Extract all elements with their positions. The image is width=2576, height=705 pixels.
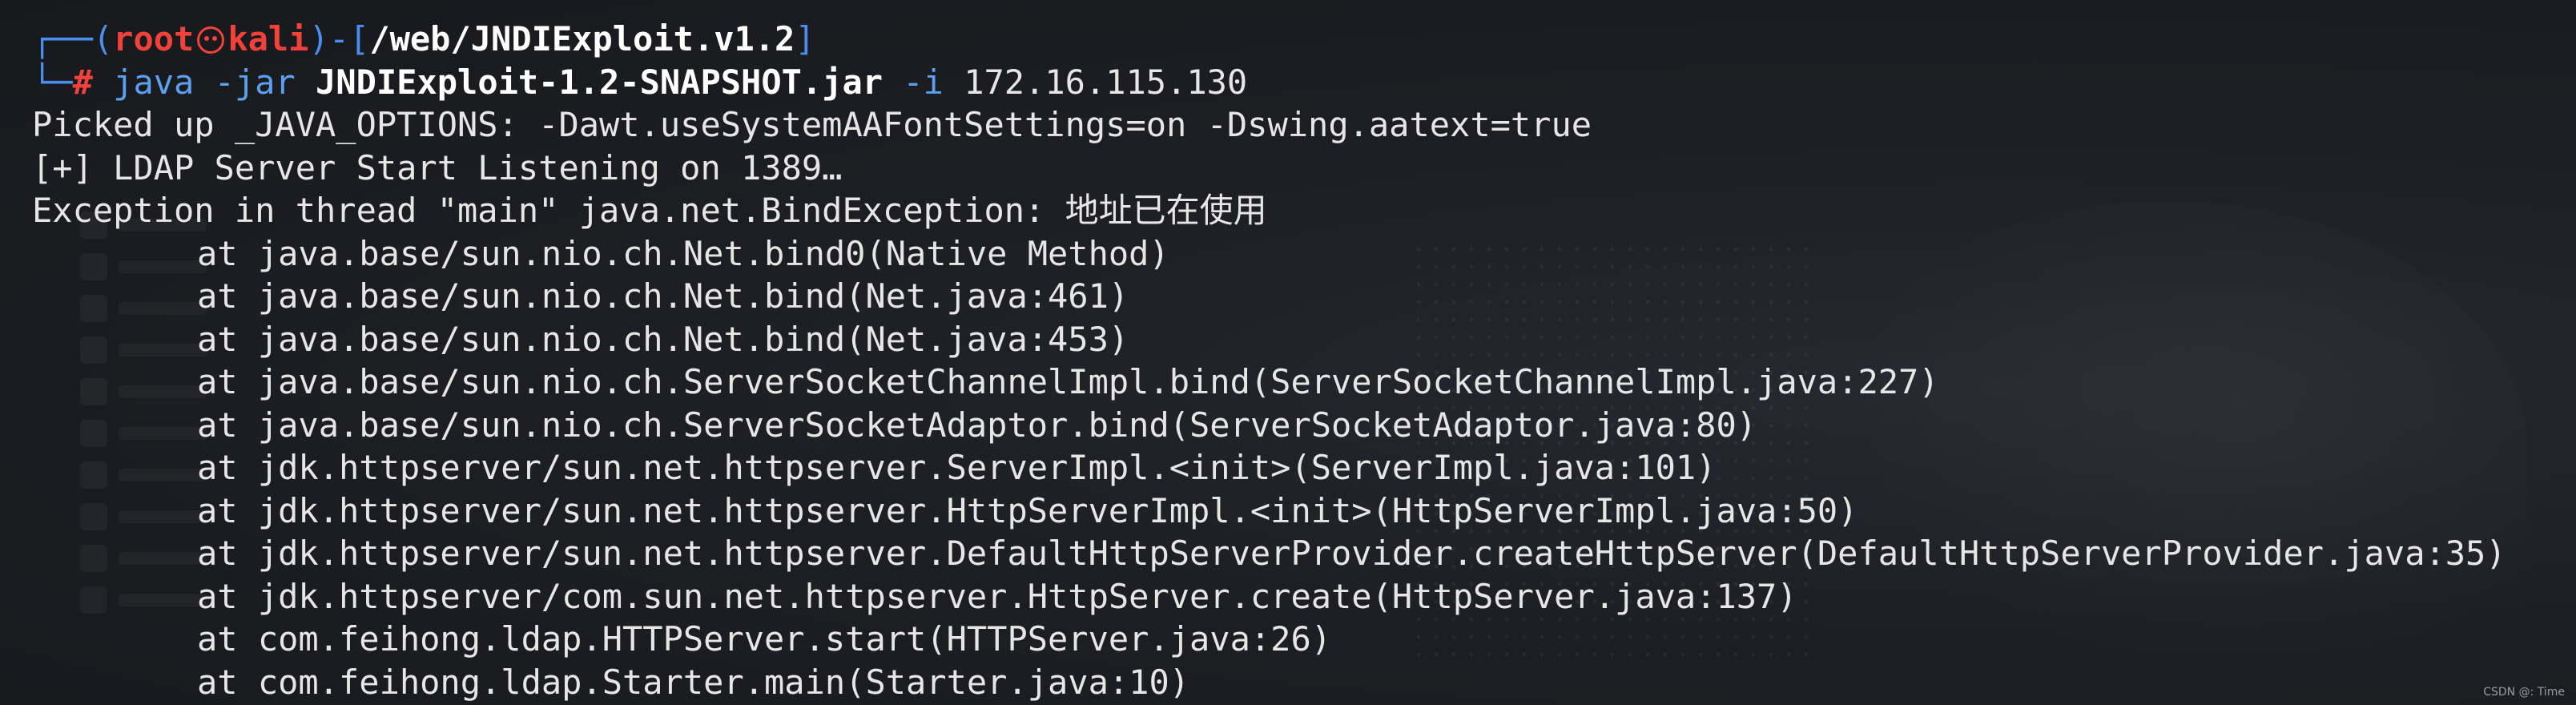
prompt-corner-bottom: └─ — [32, 62, 73, 102]
command-flag-jar: -jar — [194, 62, 296, 102]
stack-trace-line: at com.feihong.ldap.HTTPServer.start(HTT… — [197, 619, 1332, 659]
prompt-separator: )-[ — [308, 19, 370, 58]
prompt-bracket-close: ] — [795, 19, 815, 58]
command-line[interactable]: └─# java -jar JNDIExploit-1.2-SNAPSHOT.j… — [32, 61, 2506, 104]
prompt-symbol: # — [72, 62, 114, 102]
prompt-corner: ┌──( — [32, 19, 114, 58]
skull-icon — [197, 26, 225, 54]
stack-trace-line: at jdk.httpserver/sun.net.httpserver.Htt… — [197, 490, 1858, 530]
output-line: Picked up _JAVA_OPTIONS: -Dawt.useSystem… — [32, 105, 1592, 144]
stack-trace-line: at java.base/sun.nio.ch.ServerSocketAdap… — [197, 405, 1757, 445]
prompt-user: root — [113, 19, 195, 58]
command-ip: 172.16.115.130 — [943, 62, 1248, 102]
stack-trace-line: at java.base/sun.nio.ch.Net.bind(Net.jav… — [197, 276, 1129, 316]
csdn-watermark: CSDN @: Time — [2483, 686, 2565, 699]
stack-trace-line: at jdk.httpserver/sun.net.httpserver.Ser… — [197, 448, 1717, 487]
output-line: [+] LDAP Server Start Listening on 1389… — [32, 147, 843, 187]
stack-trace-line: at com.feihong.ldap.Starter.main(Starter… — [197, 662, 1190, 702]
stack-trace-line: at jdk.httpserver/com.sun.net.httpserver… — [197, 576, 1797, 616]
stack-trace-line: at java.base/sun.nio.ch.Net.bind0(Native… — [197, 233, 1169, 273]
terminal-output: ┌──(root kali)-[/web/JNDIExploit.v1.2] └─… — [32, 18, 2506, 703]
output-line: Exception in thread "main" java.net.Bind… — [32, 191, 1267, 230]
stack-trace-line: at java.base/sun.nio.ch.ServerSocketChan… — [197, 362, 1939, 401]
stack-trace-line: at java.base/sun.nio.ch.Net.bind(Net.jav… — [197, 319, 1129, 359]
prompt-host: kali — [227, 19, 309, 58]
command-name: java — [113, 62, 195, 102]
terminal-window[interactable]: ┌──(root kali)-[/web/JNDIExploit.v1.2] └─… — [0, 0, 2576, 705]
prompt-line-top: ┌──(root kali)-[/web/JNDIExploit.v1.2] — [32, 18, 2506, 61]
stack-trace-line: at jdk.httpserver/sun.net.httpserver.Def… — [197, 534, 2506, 573]
prompt-path: /web/JNDIExploit.v1.2 — [369, 19, 795, 58]
command-flag-i: -i — [883, 62, 944, 102]
command-jar-file: JNDIExploit-1.2-SNAPSHOT.jar — [295, 62, 883, 102]
